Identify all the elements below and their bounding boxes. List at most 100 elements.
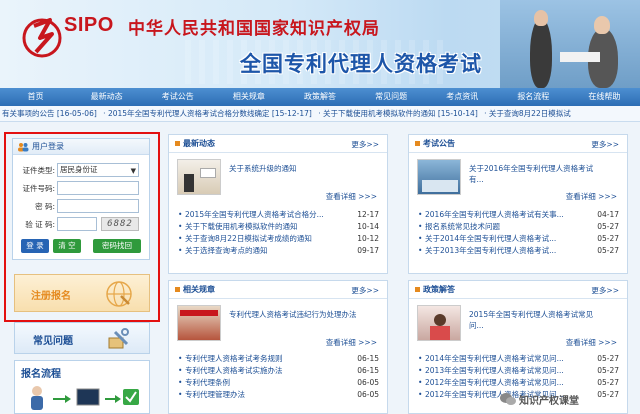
policy-feature: 2015年全国专利代理人资格考试常见问... 查看详细 >>> xyxy=(417,305,619,351)
captcha-input[interactable] xyxy=(57,217,97,231)
list-item[interactable]: 专利代理人资格考试实施办法 06-15 xyxy=(177,365,379,377)
notice-more-link[interactable]: 更多>> xyxy=(591,139,619,150)
site-header: SIPO 中华人民共和国国家知识产权局 全国专利代理人资格考试 xyxy=(0,0,640,88)
notice-feature-text[interactable]: 关于2016年全国专利代理人资格考试有... xyxy=(469,163,601,185)
id-number-input[interactable] xyxy=(57,181,139,195)
news-list: 2015年全国专利代理人资格考试合格分... 12-17 关于下载使用机考模拟软件… xyxy=(177,209,379,257)
nav-latest-news[interactable]: 最新动态 xyxy=(71,88,142,106)
help-tools-icon xyxy=(108,328,129,349)
page-title: 全国专利代理人资格考试 xyxy=(240,52,482,76)
password-input[interactable] xyxy=(57,199,139,213)
captcha-image[interactable]: 6882 xyxy=(101,217,139,231)
list-item[interactable]: 关于选择查询考点的通知 09-17 xyxy=(177,245,379,257)
password-recover-button[interactable]: 密码找回 xyxy=(93,239,141,253)
notice-detail-link[interactable]: 查看详细 >>> xyxy=(566,191,617,202)
policy-panel-header: 政策解答 更多>> xyxy=(409,281,627,299)
list-item[interactable]: 报名系统常见技术问题 05-27 xyxy=(417,221,619,233)
rules-thumbnail[interactable] xyxy=(177,305,221,341)
ticker-item[interactable]: · 关于下载使用机考模拟软件的通知 [15-10-14] xyxy=(318,109,478,118)
faq-label: 常见问题 xyxy=(33,336,73,347)
list-item-text: 关于下载使用机考模拟软件的通知 xyxy=(185,222,298,231)
wechat-icon xyxy=(500,393,516,405)
news-feature-text[interactable]: 关于系统升级的通知 xyxy=(229,163,361,174)
header-photo xyxy=(500,0,640,88)
password-label: 密 码: xyxy=(35,201,55,211)
list-item[interactable]: 2016年全国专利代理人资格考试有关事... 04-17 xyxy=(417,209,619,221)
notice-feature: 关于2016年全国专利代理人资格考试有... 查看详细 >>> xyxy=(417,159,619,205)
password-row: 密 码: xyxy=(13,199,139,213)
captcha-label: 验 证 码: xyxy=(25,219,55,229)
nav-exam-notices[interactable]: 考试公告 xyxy=(142,88,213,106)
list-item-date: 06-15 xyxy=(354,365,379,377)
list-item-text: 2015年全国专利代理人资格考试合格分... xyxy=(185,210,324,219)
list-item[interactable]: 专利代理条例 06-05 xyxy=(177,377,379,389)
watermark-text: 知识产权课堂 xyxy=(519,395,579,407)
ticker-item[interactable]: · 2015年全国专利代理人资格考试合格分数线确定 [15-12-17] xyxy=(103,109,312,118)
policy-feature-text[interactable]: 2015年全国专利代理人资格考试常见问... xyxy=(469,309,601,331)
id-type-value: 居民身份证 xyxy=(60,165,98,174)
list-item[interactable]: 2014年全国专利代理人资格考试常见问... 05-27 xyxy=(417,353,619,365)
nav-help[interactable]: 在线帮助 xyxy=(569,88,640,106)
news-thumbnail[interactable] xyxy=(177,159,221,195)
login-header: 用户登录 xyxy=(13,139,149,155)
notice-panel: 考试公告 更多>> 关于2016年全国专利代理人资格考试有... 查看详细 >>… xyxy=(408,134,628,274)
list-item-text: 专利代理管理办法 xyxy=(185,390,245,399)
nav-regulations[interactable]: 相关规章 xyxy=(213,88,284,106)
list-item-date: 10-12 xyxy=(354,233,379,245)
list-item-text: 关于选择查询考点的通知 xyxy=(185,246,268,255)
notice-panel-header: 考试公告 更多>> xyxy=(409,135,627,153)
list-item-text: 专利代理条例 xyxy=(185,378,230,387)
nav-registration-flow[interactable]: 报名流程 xyxy=(498,88,569,106)
nav-policy[interactable]: 政策解答 xyxy=(284,88,355,106)
register-banner[interactable]: 注册报名 xyxy=(14,274,150,312)
list-item-date: 05-27 xyxy=(594,365,619,377)
login-title: 用户登录 xyxy=(32,142,64,151)
captcha-row: 验 证 码: 6882 xyxy=(13,217,139,231)
news-feature: 关于系统升级的通知 查看详细 >>> xyxy=(177,159,379,205)
ticker-item[interactable]: · 关于查询8月22日模拟试 xyxy=(484,109,571,118)
news-detail-link[interactable]: 查看详细 >>> xyxy=(326,191,377,202)
list-item[interactable]: 专利代理人资格考试考务规则 06-15 xyxy=(177,353,379,365)
nav-home[interactable]: 首页 xyxy=(0,88,71,106)
ticker-item[interactable]: 有关事项的公告 [16-05-06] xyxy=(2,109,97,118)
list-item-date: 05-27 xyxy=(594,233,619,245)
users-icon xyxy=(18,142,29,151)
policy-detail-link[interactable]: 查看详细 >>> xyxy=(566,337,617,348)
list-item[interactable]: 关于下载使用机考模拟软件的通知 10-14 xyxy=(177,221,379,233)
news-more-link[interactable]: 更多>> xyxy=(351,139,379,150)
list-item-text: 专利代理人资格考试实施办法 xyxy=(185,366,283,375)
rules-detail-link[interactable]: 查看详细 >>> xyxy=(326,337,377,348)
list-item-date: 06-15 xyxy=(354,353,379,365)
rules-more-link[interactable]: 更多>> xyxy=(351,285,379,296)
notice-thumbnail[interactable] xyxy=(417,159,461,195)
list-item[interactable]: 关于2014年全国专利代理人资格考试... 05-27 xyxy=(417,233,619,245)
login-button[interactable]: 登 录 xyxy=(21,239,49,253)
faq-button[interactable]: 常见问题 xyxy=(14,322,150,354)
main-content: 用户登录 证件类型: 居民身份证 ▼ 证件号码: 密 码: 验 证 码: 688… xyxy=(0,122,640,414)
policy-thumbnail[interactable] xyxy=(417,305,461,341)
registration-flow-box[interactable]: 报名流程 xyxy=(14,360,150,414)
notice-list: 2016年全国专利代理人资格考试有关事... 04-17 报名系统常见技术问题 05… xyxy=(417,209,619,257)
list-item[interactable]: 关于查询8月22日模拟试考成绩的通知 10-12 xyxy=(177,233,379,245)
news-panel-header: 最新动态 更多>> xyxy=(169,135,387,153)
flow-steps-icon xyxy=(31,386,139,410)
clear-button[interactable]: 清 空 xyxy=(53,239,81,253)
id-number-label: 证件号码: xyxy=(22,183,55,193)
rules-feature-text[interactable]: 专利代理人资格考试违纪行为处理办法 xyxy=(229,309,361,320)
globe-icon xyxy=(106,281,132,307)
list-item-date: 06-05 xyxy=(354,389,379,401)
list-item[interactable]: 专利代理管理办法 06-05 xyxy=(177,389,379,401)
id-type-row: 证件类型: 居民身份证 ▼ xyxy=(13,163,139,177)
login-box: 用户登录 证件类型: 居民身份证 ▼ 证件号码: 密 码: 验 证 码: 688… xyxy=(12,138,150,260)
list-item-date: 09-17 xyxy=(354,245,379,257)
policy-more-link[interactable]: 更多>> xyxy=(591,285,619,296)
list-item[interactable]: 关于2013年全国专利代理人资格考试... 05-27 xyxy=(417,245,619,257)
list-item[interactable]: 2015年全国专利代理人资格考试合格分... 12-17 xyxy=(177,209,379,221)
notice-panel-title: 考试公告 xyxy=(423,139,455,148)
bullet-square-icon xyxy=(415,141,420,146)
nav-faq[interactable]: 常见问题 xyxy=(356,88,427,106)
rules-panel: 相关规章 更多>> 专利代理人资格考试违纪行为处理办法 查看详细 >>> 专利代… xyxy=(168,280,388,414)
nav-test-sites[interactable]: 考点资讯 xyxy=(427,88,498,106)
id-type-select[interactable]: 居民身份证 ▼ xyxy=(57,163,139,177)
list-item[interactable]: 2013年全国专利代理人资格考试常见问... 05-27 xyxy=(417,365,619,377)
